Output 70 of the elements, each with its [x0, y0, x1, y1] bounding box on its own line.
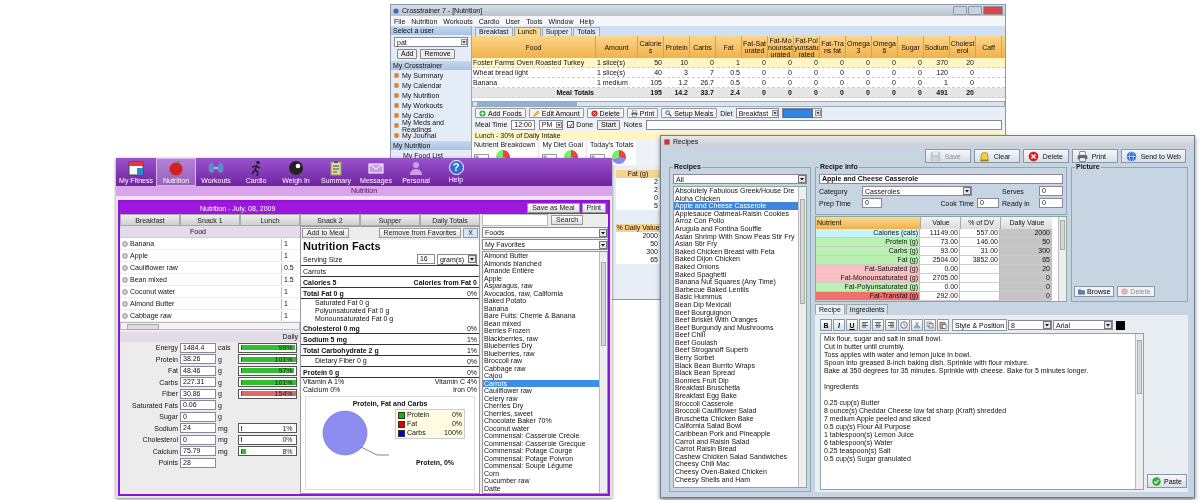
- caret-icon: [772, 110, 779, 116]
- maximize-button[interactable]: [968, 6, 982, 15]
- search-field[interactable]: [482, 214, 548, 226]
- format-button[interactable]: [898, 319, 910, 331]
- circle-icon: [122, 312, 128, 319]
- scrollbar[interactable]: [1135, 334, 1143, 489]
- panel-title: Nutrition Facts: [302, 240, 382, 253]
- format-button[interactable]: [885, 319, 897, 331]
- scrollbar[interactable]: [120, 322, 300, 330]
- caret-icon: [461, 39, 467, 45]
- caret-icon: [798, 175, 806, 183]
- color-dropdown[interactable]: [782, 108, 823, 118]
- app-icon: [393, 7, 399, 14]
- check-icon: [1152, 476, 1161, 486]
- magnifier-icon: [665, 109, 673, 117]
- globe-icon: [1125, 150, 1137, 162]
- bell-icon: [978, 150, 990, 162]
- circle-icon: [122, 276, 128, 283]
- format-button[interactable]: [924, 319, 936, 331]
- format-button[interactable]: [937, 319, 949, 331]
- format-button[interactable]: [872, 319, 884, 331]
- help-icon: ?: [448, 160, 464, 175]
- checkbox[interactable]: [567, 121, 575, 128]
- circle-icon: [122, 240, 128, 247]
- close-button[interactable]: [983, 6, 1003, 15]
- caret-icon: [815, 110, 822, 116]
- align-left-icon: [861, 321, 869, 329]
- delete-icon: [1121, 288, 1129, 295]
- caret-icon: [599, 228, 607, 237]
- clipboard-icon: [328, 159, 344, 176]
- caret-icon: [556, 121, 563, 128]
- pie-slice: [322, 410, 368, 456]
- app-icon: [664, 138, 670, 145]
- person-icon: [408, 159, 424, 176]
- caret-icon: [468, 255, 476, 263]
- ball-icon: [288, 159, 304, 176]
- delete-icon: [1027, 150, 1039, 162]
- text-area[interactable]: [820, 333, 1144, 490]
- scissors-icon: [913, 321, 921, 329]
- calendar-icon: [128, 159, 144, 176]
- format-button[interactable]: [859, 319, 871, 331]
- circle-icon: [122, 300, 128, 307]
- copy-icon: [926, 321, 934, 329]
- leader-line: [360, 446, 390, 456]
- caret-icon: [1043, 321, 1052, 329]
- align-right-icon: [887, 321, 895, 329]
- caret-icon: [1104, 321, 1113, 329]
- align-center-icon: [874, 321, 882, 329]
- folder-icon: [1078, 288, 1085, 295]
- paste-icon: [939, 321, 947, 329]
- notes-field[interactable]: [646, 119, 1002, 130]
- printer-icon: [1076, 150, 1088, 162]
- clock-icon: [900, 321, 908, 329]
- scrollbar[interactable]: [1058, 217, 1066, 301]
- color-swatch[interactable]: [1116, 320, 1126, 330]
- printer-icon: [630, 109, 638, 117]
- minimize-button[interactable]: [953, 6, 967, 15]
- caret-icon: [963, 187, 971, 195]
- scrollbar[interactable]: [798, 187, 806, 487]
- circle-icon: [122, 288, 128, 295]
- pencil-icon: [532, 109, 540, 117]
- caret-icon: [599, 240, 607, 249]
- delete-icon: [590, 109, 598, 117]
- plus-icon: [479, 109, 486, 117]
- check-icon: [568, 122, 573, 127]
- apple-icon: [168, 159, 184, 176]
- format-button[interactable]: [911, 319, 923, 331]
- scrollbar[interactable]: [599, 252, 607, 493]
- circle-icon: [122, 264, 128, 271]
- circle-icon: [122, 252, 128, 259]
